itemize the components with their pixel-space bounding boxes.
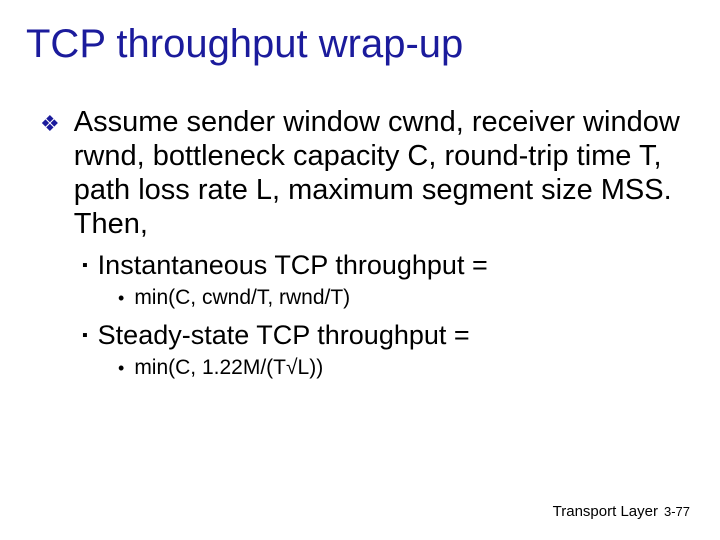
bullet-level1: ❖ Assume sender window cwnd, receiver wi… <box>40 105 680 241</box>
slide: TCP throughput wrap-up ❖ Assume sender w… <box>0 0 720 540</box>
slide-footer: Transport Layer 3-77 <box>553 503 690 520</box>
slide-body: ❖ Assume sender window cwnd, receiver wi… <box>40 105 680 389</box>
slide-title: TCP throughput wrap-up <box>26 22 463 66</box>
square-bullet-icon: ▪ <box>82 249 88 281</box>
steadystate-throughput-formula: min(C, 1.22M/(T√L)) <box>134 355 323 381</box>
bullet-level2-steadystate: ▪ Steady-state TCP throughput = <box>82 319 680 351</box>
instantaneous-throughput-formula: min(C, cwnd/T, rwnd/T) <box>134 285 350 311</box>
bullet-level3-instantaneous-formula: • min(C, cwnd/T, rwnd/T) <box>118 285 680 311</box>
paragraph-assumptions: Assume sender window cwnd, receiver wind… <box>74 105 680 241</box>
footer-page-number: 3-77 <box>664 504 690 519</box>
bullet-level2-instantaneous: ▪ Instantaneous TCP throughput = <box>82 249 680 281</box>
footer-chapter-label: Transport Layer <box>553 503 658 520</box>
dot-bullet-icon: • <box>118 355 124 381</box>
instantaneous-throughput-label: Instantaneous TCP throughput = <box>98 249 488 281</box>
bullet-level3-steadystate-formula: • min(C, 1.22M/(T√L)) <box>118 355 680 381</box>
square-bullet-icon: ▪ <box>82 319 88 351</box>
diamond-bullet-icon: ❖ <box>40 105 60 141</box>
steadystate-throughput-label: Steady-state TCP throughput = <box>98 319 470 351</box>
dot-bullet-icon: • <box>118 285 124 311</box>
